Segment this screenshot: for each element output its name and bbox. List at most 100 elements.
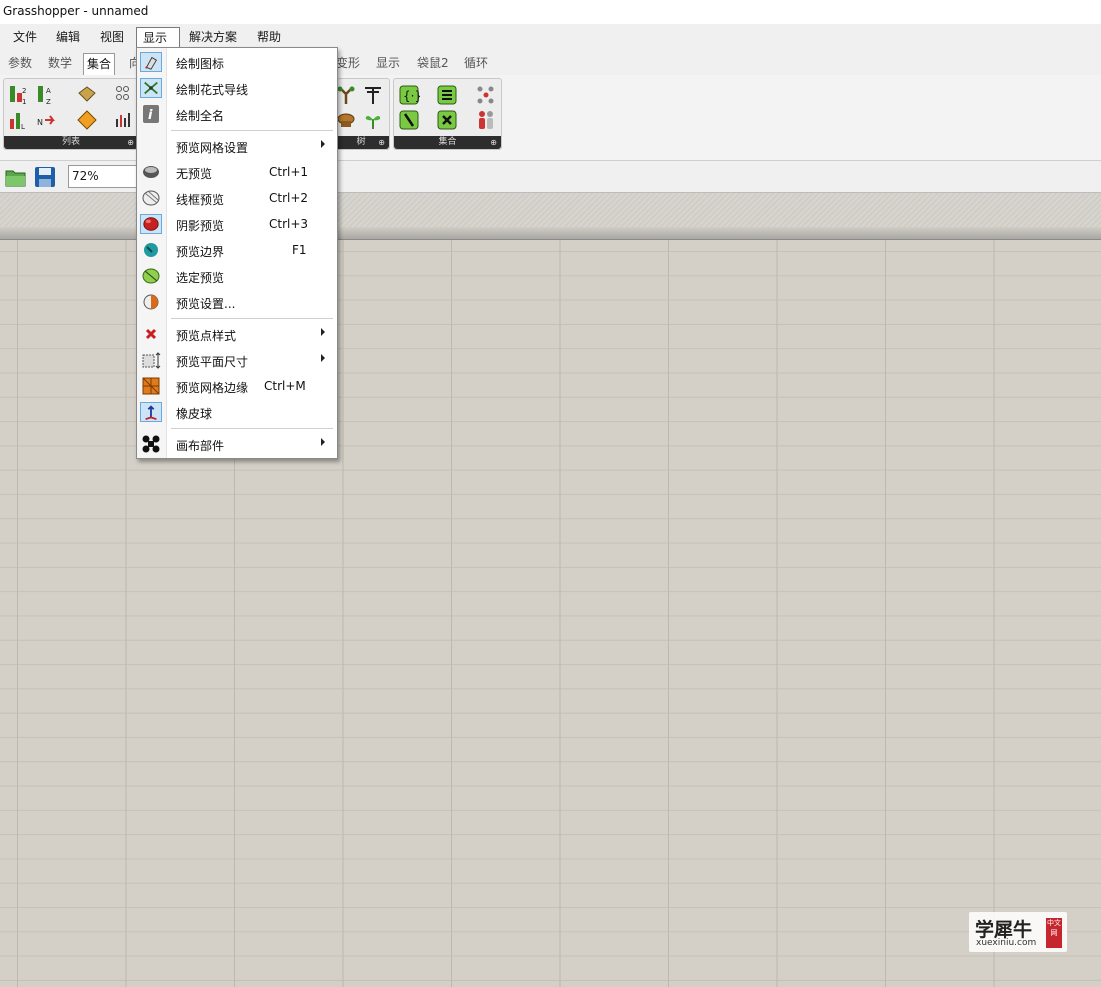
watermark-logo: 学犀牛 xuexiniu.com 中文网	[969, 912, 1067, 952]
svg-text:L: L	[21, 123, 25, 131]
menu-help[interactable]: 帮助	[251, 27, 287, 48]
menu-item-label: 预览平面尺寸	[176, 355, 249, 369]
tab-loop[interactable]: 循环	[461, 53, 491, 75]
set-intersection-icon[interactable]	[436, 84, 458, 106]
menu-item-canvas-widgets[interactable]: 画布部件	[137, 432, 337, 456]
tree-stump-icon[interactable]	[335, 109, 357, 131]
set-members-icon[interactable]	[475, 84, 497, 106]
tab-params[interactable]: 参数	[5, 53, 35, 75]
menu-item-shortcut: Ctrl+2	[269, 191, 309, 205]
panel-list-label: 列表 ⊕	[4, 136, 138, 149]
mesh-edges-icon	[142, 377, 160, 395]
menu-item-preview-settings[interactable]: 预览设置...	[137, 290, 337, 314]
svg-text:{·}: {·}	[403, 89, 420, 103]
canvas-widgets-icon	[142, 435, 160, 453]
menu-item-label: 选定预览	[176, 271, 225, 285]
point-style-icon	[145, 328, 157, 340]
menu-view[interactable]: 视图	[94, 27, 130, 48]
info-icon: i	[143, 105, 159, 123]
open-folder-icon[interactable]	[4, 165, 28, 189]
tab-kangaroo2[interactable]: 袋鼠2	[414, 53, 452, 75]
svg-text:i: i	[148, 108, 153, 123]
menu-item-wireframe-preview[interactable]: 线框预览 Ctrl+2	[137, 186, 337, 210]
menu-item-label: 绘制花式导线	[176, 83, 249, 97]
submenu-arrow-icon	[321, 328, 325, 336]
set-exclusive-icon[interactable]	[436, 109, 458, 131]
submenu-arrow-icon	[321, 140, 325, 148]
watermark-seal: 中文网	[1046, 918, 1062, 948]
menu-item-label: 预览网格边缘	[176, 381, 249, 395]
menu-separator	[171, 428, 333, 429]
tab-display[interactable]: 显示	[373, 53, 403, 75]
window-title: Grasshopper - unnamed	[3, 4, 149, 18]
panel-sets: {·} 集合⊕	[393, 78, 502, 150]
zoom-level-field[interactable]: 72%	[68, 165, 140, 188]
plane-size-icon	[142, 352, 161, 369]
menu-item-preview-plane-size[interactable]: 预览平面尺寸	[137, 348, 337, 372]
tree-sprout-icon[interactable]	[362, 109, 384, 131]
menu-item-label: 无预览	[176, 167, 213, 181]
menu-item-label: 绘制图标	[176, 57, 225, 71]
menu-item-draw-full-names[interactable]: i 绘制全名	[137, 102, 337, 126]
svg-text:Z: Z	[46, 98, 51, 106]
menu-item-label: 预览边界	[176, 245, 225, 259]
title-bar: Grasshopper - unnamed	[0, 0, 1101, 24]
set-union-icon[interactable]: {·}	[398, 84, 420, 106]
partition-list-icon[interactable]	[114, 84, 136, 106]
menu-item-label: 橡皮球	[176, 407, 213, 421]
menu-item-label: 预览设置...	[176, 297, 236, 311]
dispatch-icon[interactable]	[76, 84, 98, 106]
svg-text:N: N	[37, 118, 43, 127]
menu-separator	[171, 318, 333, 319]
menu-item-no-preview[interactable]: 无预览 Ctrl+1	[137, 160, 337, 184]
watermark-site: xuexiniu.com	[976, 938, 1037, 948]
expand-panel-icon[interactable]: ⊕	[490, 136, 497, 149]
menu-solution[interactable]: 解决方案	[183, 27, 243, 48]
expand-panel-icon[interactable]: ⊕	[127, 136, 134, 149]
menu-item-preview-bounds[interactable]: 预览边界 F1	[137, 238, 337, 262]
panel-tree: 树 ⊕	[332, 78, 390, 150]
menu-item-label: 绘制全名	[176, 109, 225, 123]
menu-item-shortcut: F1	[292, 243, 307, 257]
menu-item-shortcut: Ctrl+1	[269, 165, 309, 179]
panel-sets-label: 集合 ⊕	[394, 136, 501, 149]
svg-text:A: A	[46, 87, 51, 95]
tree-flatten-icon[interactable]	[362, 84, 384, 106]
menu-item-selected-preview[interactable]: 选定预览	[137, 264, 337, 288]
menu-item-preview-mesh-settings[interactable]: 预览网格设置	[137, 134, 337, 158]
preview-settings-icon	[143, 294, 159, 310]
character-sequence-icon[interactable]	[475, 109, 497, 131]
save-icon[interactable]	[33, 165, 57, 189]
tab-sets[interactable]: 集合	[83, 53, 116, 75]
menu-item-shortcut: Ctrl+3	[269, 217, 309, 231]
menu-edit[interactable]: 编辑	[50, 27, 86, 48]
tab-maths[interactable]: 数学	[45, 53, 75, 75]
svg-text:1: 1	[22, 98, 26, 106]
menu-item-label: 线框预览	[176, 193, 225, 207]
menu-display[interactable]: 显示	[136, 27, 180, 48]
bar-graph-icon[interactable]	[114, 109, 136, 131]
menu-item-shaded-preview[interactable]: 阴影预览 Ctrl+3	[137, 212, 337, 236]
panel-tree-label: 树 ⊕	[333, 136, 389, 149]
wireframe-preview-icon	[142, 190, 160, 206]
menu-item-preview-mesh-edges[interactable]: 预览网格边缘 Ctrl+M	[137, 374, 337, 398]
menu-file[interactable]: 文件	[7, 27, 43, 48]
menu-item-draw-fancy-wires[interactable]: 绘制花式导线	[137, 76, 337, 100]
shaded-preview-icon	[140, 214, 162, 234]
expand-panel-icon[interactable]: ⊕	[378, 136, 385, 149]
menu-item-draw-icons[interactable]: 绘制图标	[137, 50, 337, 74]
sort-list-icon[interactable]: 21	[8, 84, 30, 106]
sort-alpha-icon[interactable]: AZ	[36, 84, 58, 106]
submenu-arrow-icon	[321, 354, 325, 362]
draw-icons-icon	[140, 52, 162, 72]
tree-graft-icon[interactable]	[335, 84, 357, 106]
menu-item-label: 画布部件	[176, 439, 225, 453]
shift-list-icon[interactable]: N	[36, 109, 58, 131]
list-length-icon[interactable]: L	[8, 109, 30, 131]
menu-item-gumball[interactable]: 橡皮球	[137, 400, 337, 424]
stream-filter-icon[interactable]	[76, 109, 98, 131]
set-difference-icon[interactable]	[398, 109, 420, 131]
menu-item-preview-point-style[interactable]: 预览点样式	[137, 322, 337, 346]
menu-item-label: 阴影预览	[176, 219, 225, 233]
menu-item-label: 预览网格设置	[176, 141, 249, 155]
